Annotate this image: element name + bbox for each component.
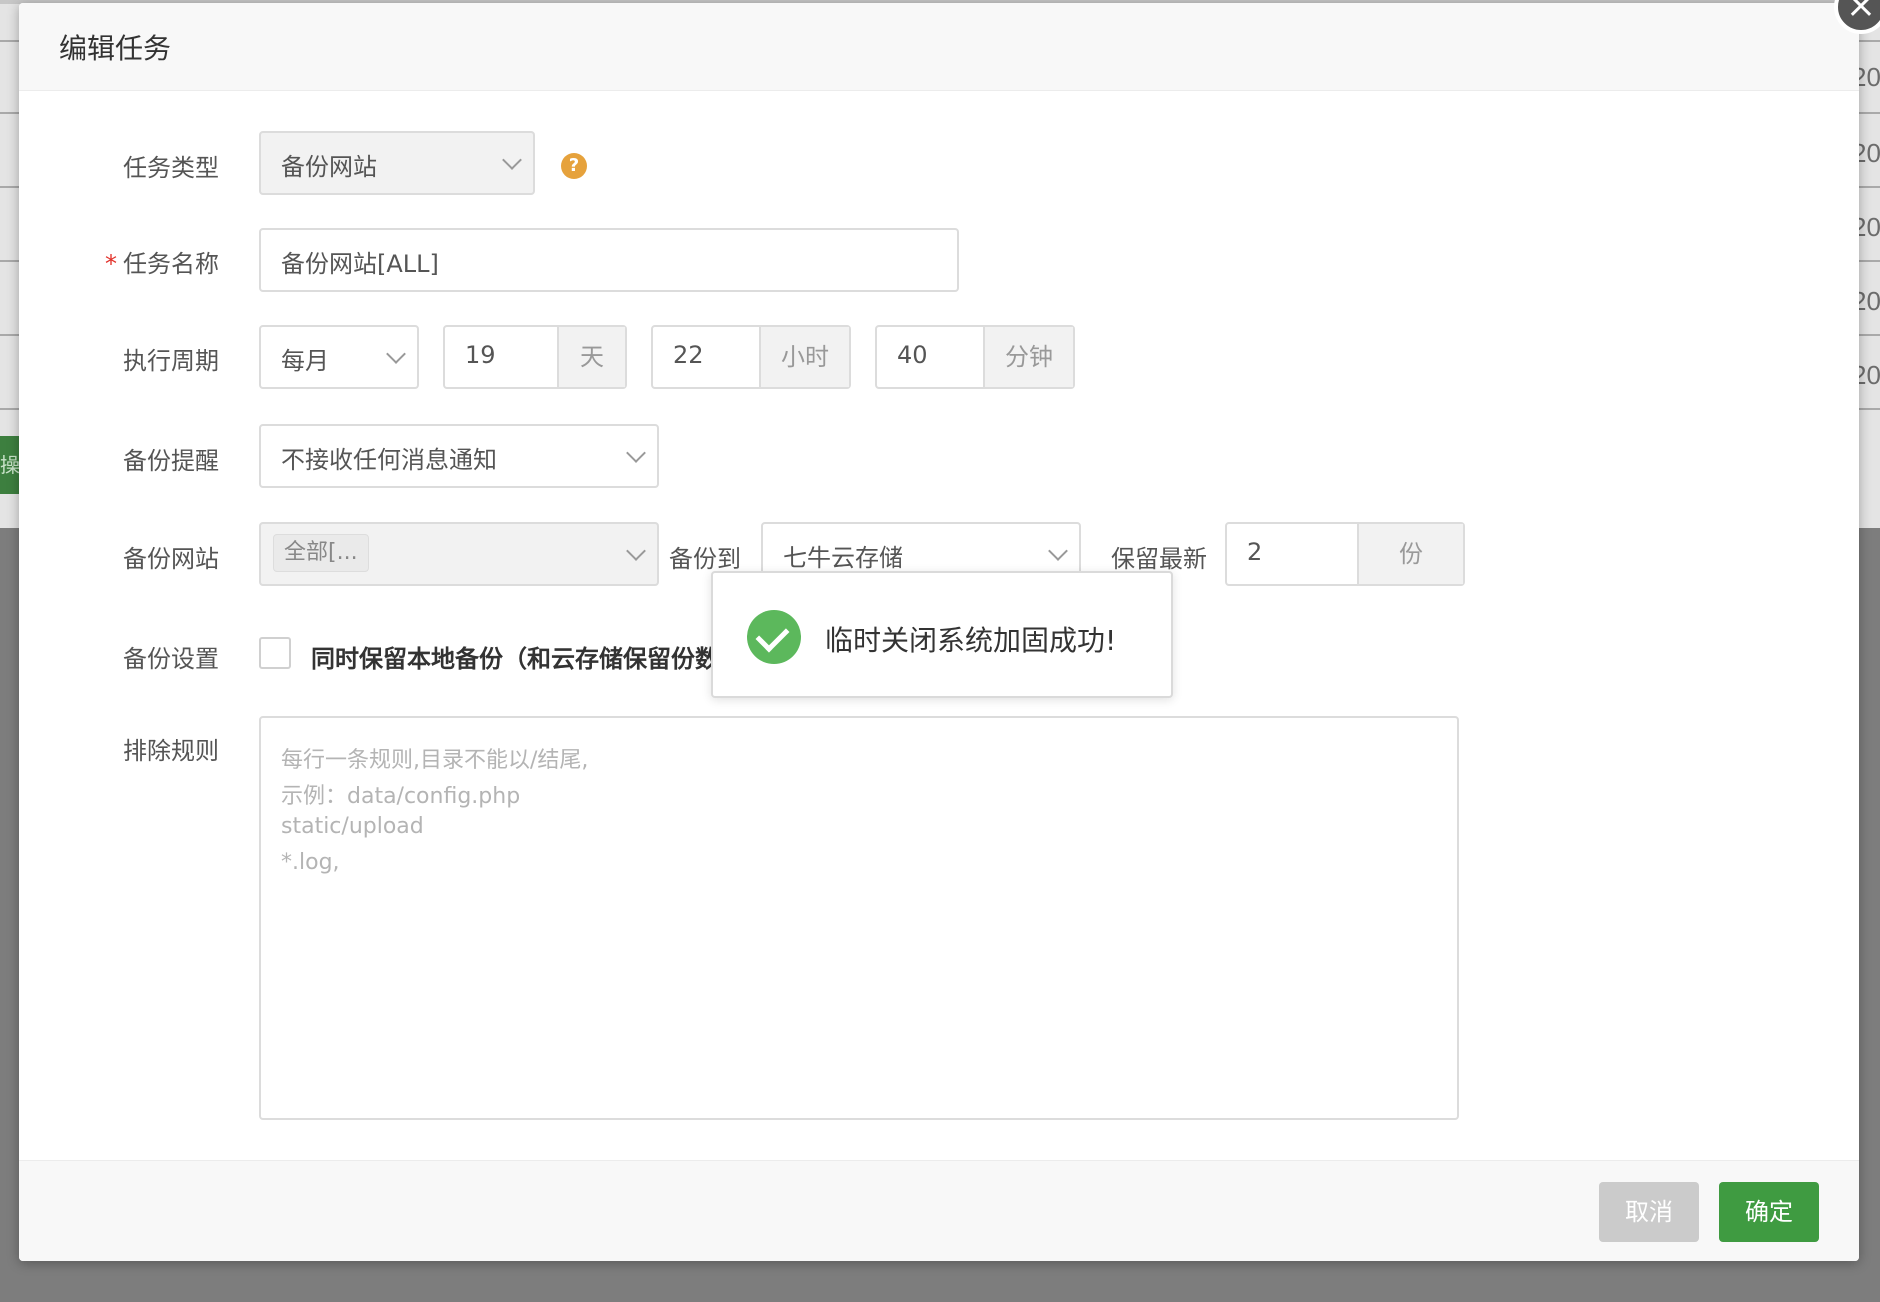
cycle-period-value: 每月 — [281, 347, 329, 375]
chevron-down-icon — [626, 541, 646, 561]
hour-unit-addon: 小时 — [759, 327, 849, 387]
chevron-down-icon — [1048, 541, 1068, 561]
backup-site-select[interactable]: 全部[... — [259, 522, 659, 586]
required-mark: * — [105, 250, 117, 278]
minute-unit-addon: 分钟 — [983, 327, 1073, 387]
cycle-day-value: 19 — [465, 341, 496, 369]
cycle-day-input[interactable]: 19 天 — [443, 325, 627, 389]
cycle-hour-value: 22 — [673, 341, 704, 369]
exclude-rules-textarea[interactable]: 每行一条规则,目录不能以/结尾, 示例：data/config.php stat… — [259, 716, 1459, 1120]
backup-settings-label: 备份设置 — [123, 645, 219, 673]
keep-unit-addon: 份 — [1357, 524, 1463, 584]
notify-label: 备份提醒 — [123, 447, 219, 475]
placeholder-line: 示例：data/config.php — [281, 784, 521, 809]
dialog-title: 编辑任务 — [59, 32, 172, 65]
site-tag: 全部[... — [273, 534, 369, 572]
cycle-period-select[interactable]: 每月 — [259, 325, 419, 389]
task-type-label: 任务类型 — [123, 154, 219, 182]
chevron-down-icon — [502, 150, 522, 170]
task-name-label: * 任务名称 — [19, 244, 219, 279]
success-toast: 临时关闭系统加固成功! — [711, 571, 1173, 698]
task-name-label-text: 任务名称 — [123, 250, 219, 278]
placeholder-line: 每行一条规则,目录不能以/结尾, — [281, 748, 589, 773]
task-type-select[interactable]: 备份网站 — [259, 131, 535, 195]
check-circle-icon — [747, 610, 801, 664]
cycle-label: 执行周期 — [123, 347, 219, 375]
backup-site-label: 备份网站 — [123, 545, 219, 573]
day-unit-addon: 天 — [557, 327, 625, 387]
cycle-minute-input[interactable]: 40 分钟 — [875, 325, 1075, 389]
confirm-button[interactable]: 确定 — [1719, 1182, 1819, 1242]
dialog-footer: 取消 确定 — [19, 1160, 1859, 1261]
task-type-value: 备份网站 — [281, 153, 377, 181]
placeholder-line: *.log, — [281, 850, 340, 875]
cancel-button[interactable]: 取消 — [1599, 1182, 1699, 1242]
keep-latest-label: 保留最新 — [1111, 545, 1207, 573]
keep-latest-input[interactable]: 2 份 — [1225, 522, 1465, 586]
keep-latest-value: 2 — [1247, 538, 1263, 566]
toast-message: 临时关闭系统加固成功! — [825, 624, 1117, 657]
backup-to-label: 备份到 — [669, 545, 741, 573]
exclude-rules-label: 排除规则 — [123, 737, 219, 765]
chevron-down-icon — [386, 344, 406, 364]
task-name-value: 备份网站[ALL] — [281, 250, 439, 278]
edit-task-dialog: 编辑任务 任务类型 备份网站 ? * 任务名称 备份网站[ALL] 执行周期 每月… — [19, 3, 1859, 1261]
cycle-hour-input[interactable]: 22 小时 — [651, 325, 851, 389]
cycle-minute-value: 40 — [897, 341, 928, 369]
notify-select[interactable]: 不接收任何消息通知 — [259, 424, 659, 488]
placeholder-line: static/upload — [281, 814, 424, 839]
help-icon[interactable]: ? — [561, 153, 587, 179]
notify-value: 不接收任何消息通知 — [281, 446, 497, 474]
task-name-input[interactable]: 备份网站[ALL] — [259, 228, 959, 292]
keep-local-backup-label[interactable]: 同时保留本地备份（和云存储保留份数 — [311, 639, 741, 674]
keep-local-backup-checkbox[interactable] — [259, 637, 291, 669]
backup-to-value: 七牛云存储 — [783, 544, 903, 572]
chevron-down-icon — [626, 443, 646, 463]
dialog-header: 编辑任务 — [19, 3, 1859, 91]
